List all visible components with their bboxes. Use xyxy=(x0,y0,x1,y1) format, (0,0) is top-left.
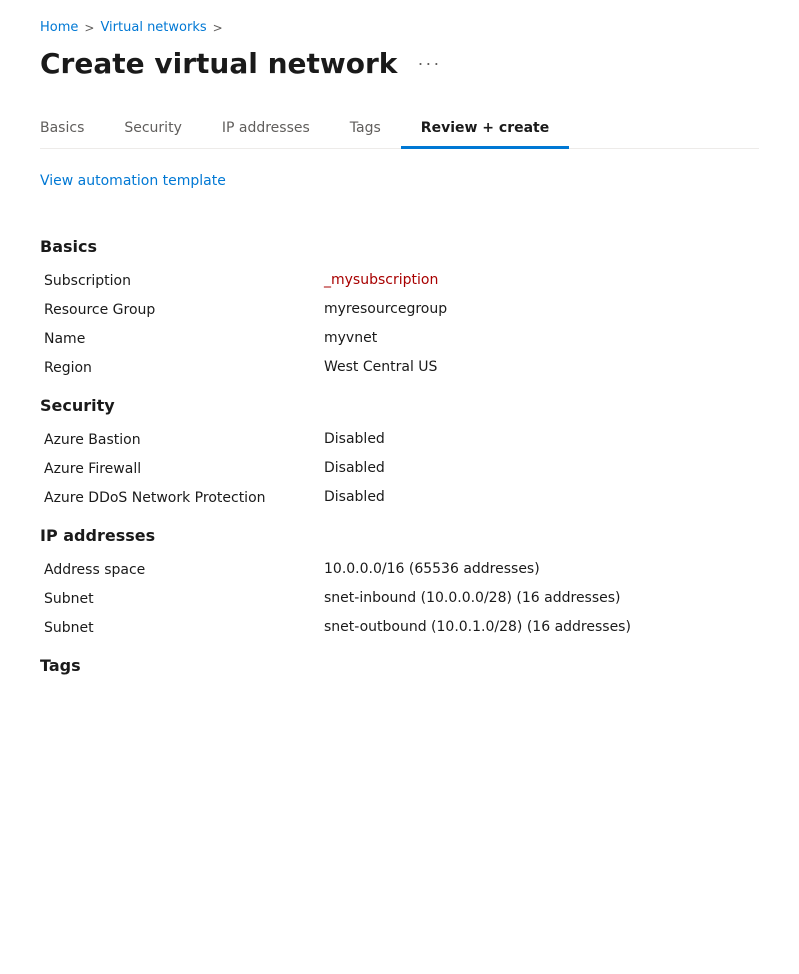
region-label: Region xyxy=(44,359,324,376)
tabs-container: Basics Security IP addresses Tags Review… xyxy=(40,110,759,149)
region-value: West Central US xyxy=(324,359,437,375)
tab-ip-addresses[interactable]: IP addresses xyxy=(202,110,330,149)
azure-bastion-label: Azure Bastion xyxy=(44,431,324,448)
field-row-subscription: Subscription _mysubscription xyxy=(40,272,759,289)
ddos-label: Azure DDoS Network Protection xyxy=(44,489,324,506)
ddos-value: Disabled xyxy=(324,489,385,505)
field-row-ddos: Azure DDoS Network Protection Disabled xyxy=(40,489,759,506)
subnet-inbound-value: snet-inbound (10.0.0.0/28) (16 addresses… xyxy=(324,590,621,606)
azure-firewall-value: Disabled xyxy=(324,460,385,476)
breadcrumb-home[interactable]: Home xyxy=(40,20,78,35)
tab-basics[interactable]: Basics xyxy=(40,110,104,149)
field-row-subnet-inbound: Subnet snet-inbound (10.0.0.0/28) (16 ad… xyxy=(40,590,759,607)
subscription-value: _mysubscription xyxy=(324,272,438,288)
resource-group-value: myresourcegroup xyxy=(324,301,447,317)
subnet-inbound-label: Subnet xyxy=(44,590,324,607)
tab-security[interactable]: Security xyxy=(104,110,202,149)
breadcrumb-virtual-networks[interactable]: Virtual networks xyxy=(100,20,206,35)
breadcrumb-sep1: > xyxy=(84,21,94,35)
security-section-title: Security xyxy=(40,396,759,415)
tab-tags[interactable]: Tags xyxy=(330,110,401,149)
azure-firewall-label: Azure Firewall xyxy=(44,460,324,477)
name-label: Name xyxy=(44,330,324,347)
page-title: Create virtual network xyxy=(40,47,397,80)
tags-section: Tags xyxy=(40,656,759,675)
security-section: Security Azure Bastion Disabled Azure Fi… xyxy=(40,396,759,506)
field-row-region: Region West Central US xyxy=(40,359,759,376)
ip-addresses-section-title: IP addresses xyxy=(40,526,759,545)
basics-section: Basics Subscription _mysubscription Reso… xyxy=(40,237,759,376)
ellipsis-button[interactable]: ··· xyxy=(409,49,449,78)
subscription-label: Subscription xyxy=(44,272,324,289)
address-space-value: 10.0.0.0/16 (65536 addresses) xyxy=(324,561,540,577)
azure-bastion-value: Disabled xyxy=(324,431,385,447)
subnet-outbound-label: Subnet xyxy=(44,619,324,636)
name-value: myvnet xyxy=(324,330,377,346)
page-header: Create virtual network ··· xyxy=(40,47,759,80)
resource-group-label: Resource Group xyxy=(44,301,324,318)
field-row-resource-group: Resource Group myresourcegroup xyxy=(40,301,759,318)
field-row-name: Name myvnet xyxy=(40,330,759,347)
subnet-outbound-value: snet-outbound (10.0.1.0/28) (16 addresse… xyxy=(324,619,631,635)
tags-section-title: Tags xyxy=(40,656,759,675)
breadcrumb-sep2: > xyxy=(213,21,223,35)
automation-template-link[interactable]: View automation template xyxy=(40,173,226,189)
field-row-azure-bastion: Azure Bastion Disabled xyxy=(40,431,759,448)
ip-addresses-section: IP addresses Address space 10.0.0.0/16 (… xyxy=(40,526,759,636)
field-row-subnet-outbound: Subnet snet-outbound (10.0.1.0/28) (16 a… xyxy=(40,619,759,636)
address-space-label: Address space xyxy=(44,561,324,578)
field-row-azure-firewall: Azure Firewall Disabled xyxy=(40,460,759,477)
field-row-address-space: Address space 10.0.0.0/16 (65536 address… xyxy=(40,561,759,578)
basics-section-title: Basics xyxy=(40,237,759,256)
tab-review-create[interactable]: Review + create xyxy=(401,110,569,149)
breadcrumb: Home > Virtual networks > xyxy=(40,20,759,35)
